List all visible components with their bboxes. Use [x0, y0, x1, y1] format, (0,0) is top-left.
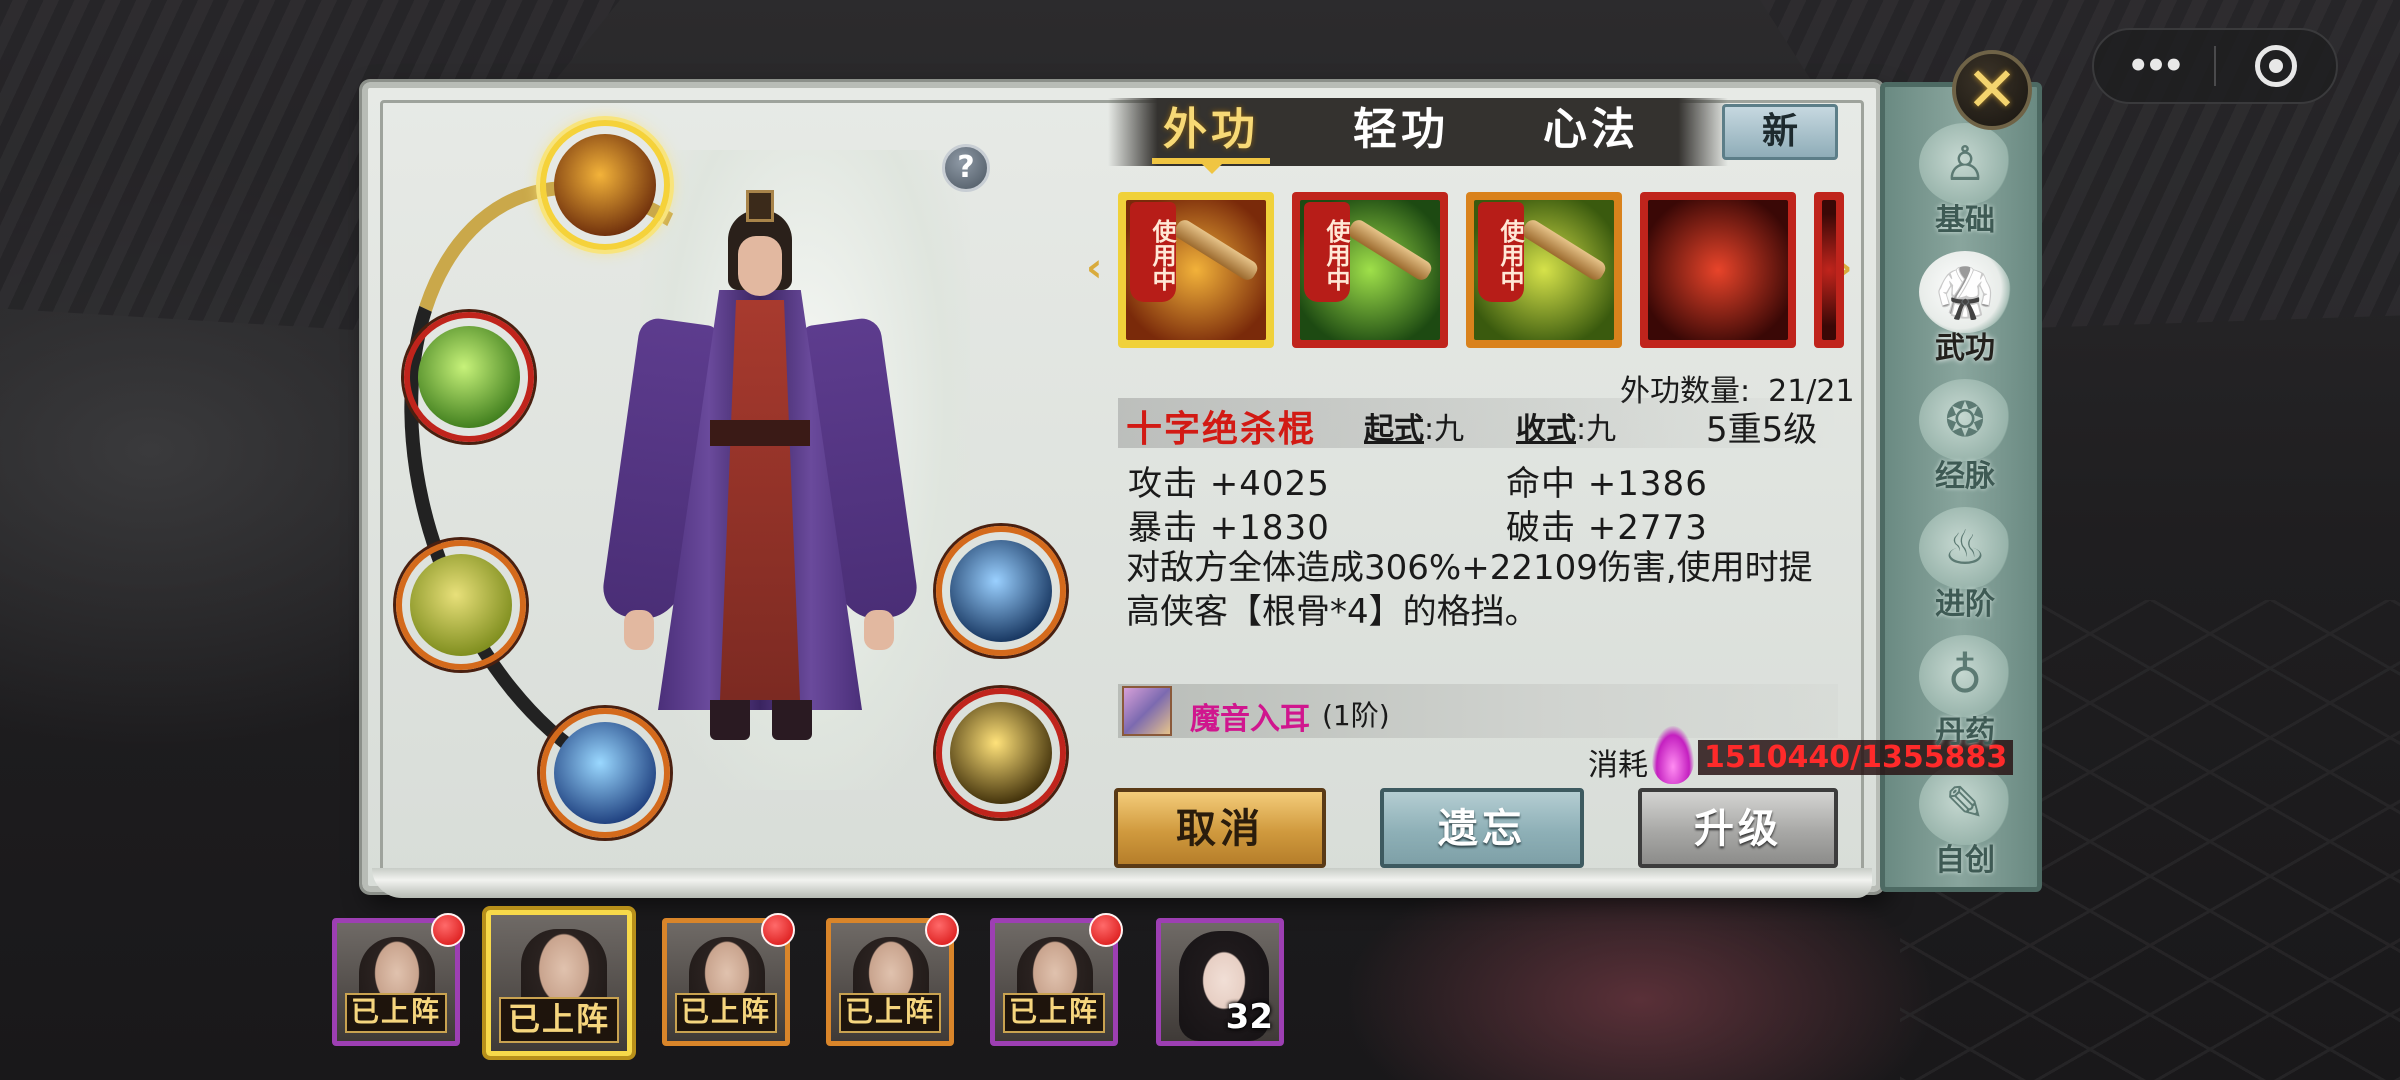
- in-use-tag: 使用中: [1304, 202, 1350, 302]
- nav-item-meridian[interactable]: ❂ 经脉: [1905, 379, 2025, 495]
- right-boot: [772, 700, 812, 740]
- deployed-tag: 已上阵: [675, 993, 777, 1033]
- notification-dot: [925, 913, 959, 947]
- face: [738, 236, 782, 296]
- notification-dot: [431, 913, 465, 947]
- flame-icon: ♨: [1919, 507, 2011, 589]
- martial-pose-icon: 🥋: [1919, 251, 2011, 333]
- nav-label: 基础: [1935, 203, 1995, 238]
- scroll-curl: [372, 868, 1872, 898]
- nav-label: 经脉: [1935, 459, 1995, 494]
- skill-description: 对敌方全体造成306%+22109伤害,使用时提高侠客【根骨*4】的格挡。: [1126, 548, 1813, 632]
- nav-label: 进阶: [1935, 587, 1995, 622]
- target-icon: [2255, 45, 2297, 87]
- stat-attack: 攻击 +4025: [1128, 464, 1330, 504]
- belt: [710, 420, 810, 446]
- start-key: 起式: [1364, 412, 1424, 447]
- forget-button[interactable]: 遗忘: [1380, 788, 1584, 868]
- skill-slot-3[interactable]: 使用中: [1466, 192, 1622, 348]
- roster-hero-1[interactable]: 已上阵: [332, 913, 465, 1046]
- skill-level: 5重5级: [1706, 410, 1818, 450]
- deployed-tag: 已上阵: [1003, 993, 1105, 1033]
- chevron-left-icon[interactable]: ‹: [1086, 248, 1110, 288]
- nav-item-advance[interactable]: ♨ 进阶: [1905, 507, 2025, 623]
- left-boot: [710, 700, 750, 740]
- character-model: [599, 190, 921, 770]
- tab-mind[interactable]: 心法: [1506, 100, 1676, 160]
- skill-slot-2[interactable]: 使用中: [1292, 192, 1448, 348]
- hero-level: 32: [1225, 997, 1273, 1037]
- nav-item-martial[interactable]: 🥋 武功: [1905, 251, 2025, 367]
- notification-dot: [1089, 913, 1123, 947]
- tab-underline: [1152, 158, 1270, 174]
- linked-skill-name: 魔音入耳: [1190, 702, 1310, 737]
- stat-pierce: 破击 +2773: [1506, 508, 1708, 548]
- spinning-staff-icon: [1648, 200, 1788, 340]
- green-staff-skill-icon[interactable]: [404, 312, 534, 442]
- orange-staff-skill-icon[interactable]: [396, 540, 526, 670]
- roster-hero-5[interactable]: 已上阵: [990, 913, 1123, 1046]
- skill-slot-5[interactable]: [1814, 192, 1844, 348]
- tab-light[interactable]: 轻功: [1316, 100, 1486, 160]
- linked-skill-rank: (1阶): [1322, 699, 1390, 732]
- hair-crown: [746, 190, 774, 222]
- tab-external[interactable]: 外功: [1126, 100, 1296, 160]
- blue-blade-skill-icon[interactable]: [540, 708, 670, 838]
- upgrade-button[interactable]: 升级: [1638, 788, 1838, 868]
- left-hand: [624, 610, 654, 650]
- skill-slot-4[interactable]: [1640, 192, 1796, 348]
- roster-hero-3[interactable]: 已上阵: [662, 913, 795, 1046]
- stat-hit: 命中 +1386: [1506, 464, 1708, 504]
- start-stance: 起式:九: [1364, 404, 1464, 448]
- stat-crit: 暴击 +1830: [1128, 508, 1330, 548]
- gourd-icon: ♁: [1919, 635, 2011, 717]
- end-stance: 收式:九: [1516, 404, 1616, 448]
- start-value: :九: [1424, 412, 1465, 447]
- nav-item-basic[interactable]: ♙ 基础: [1905, 123, 2025, 239]
- figure-icon: ♙: [1919, 123, 2011, 205]
- lightqi-skill-icon[interactable]: [936, 526, 1066, 656]
- orb-art: [418, 326, 520, 428]
- nav-label: 丹药: [1935, 715, 1995, 750]
- cross-staff-skill-icon[interactable]: [540, 120, 670, 250]
- orb-art: [554, 722, 656, 824]
- skill-name: 十字绝杀棍: [1126, 409, 1317, 450]
- roster-hero-6[interactable]: 32: [1156, 918, 1284, 1046]
- nav-item-create[interactable]: ✎ 自创: [1905, 763, 2025, 879]
- roster-hero-2[interactable]: 已上阵: [486, 910, 632, 1056]
- meditation-skill-icon[interactable]: [936, 688, 1066, 818]
- orb-art: [950, 702, 1052, 804]
- in-use-tag: 使用中: [1478, 202, 1524, 302]
- help-icon[interactable]: ?: [942, 144, 990, 192]
- deployed-tag: 已上阵: [839, 993, 941, 1033]
- new-button[interactable]: 新: [1722, 104, 1838, 160]
- orb-art: [950, 540, 1052, 642]
- roster-hero-4[interactable]: 已上阵: [826, 913, 959, 1046]
- skill-slot-1[interactable]: 使用中: [1118, 192, 1274, 348]
- deployed-tag: 已上阵: [499, 997, 619, 1043]
- in-use-tag: 使用中: [1130, 202, 1176, 302]
- mini-program-capsule: •••: [2092, 28, 2338, 104]
- right-hand: [864, 610, 894, 650]
- orb-art: [410, 554, 512, 656]
- notification-dot: [761, 913, 795, 947]
- nav-label: 自创: [1935, 843, 1995, 878]
- exit-button[interactable]: [2216, 45, 2336, 87]
- linked-skill-icon: [1122, 686, 1172, 736]
- cancel-button[interactable]: 取消: [1114, 788, 1326, 868]
- cost-label: 消耗: [1588, 748, 1648, 783]
- nav-label: 武功: [1935, 331, 1995, 366]
- nav-item-pill[interactable]: ♁ 丹药: [1905, 635, 2025, 751]
- close-button[interactable]: ✕: [1952, 50, 2032, 130]
- meridian-icon: ❂: [1919, 379, 2011, 461]
- end-value: :九: [1576, 412, 1617, 447]
- more-dots-icon[interactable]: •••: [2094, 46, 2214, 86]
- scroll-icon: ✎: [1919, 763, 2011, 845]
- close-icon: ✕: [1966, 53, 2018, 126]
- partial-skill-icon: [1822, 200, 1836, 340]
- orb-art: [554, 134, 656, 236]
- deployed-tag: 已上阵: [345, 993, 447, 1033]
- end-key: 收式: [1516, 412, 1576, 447]
